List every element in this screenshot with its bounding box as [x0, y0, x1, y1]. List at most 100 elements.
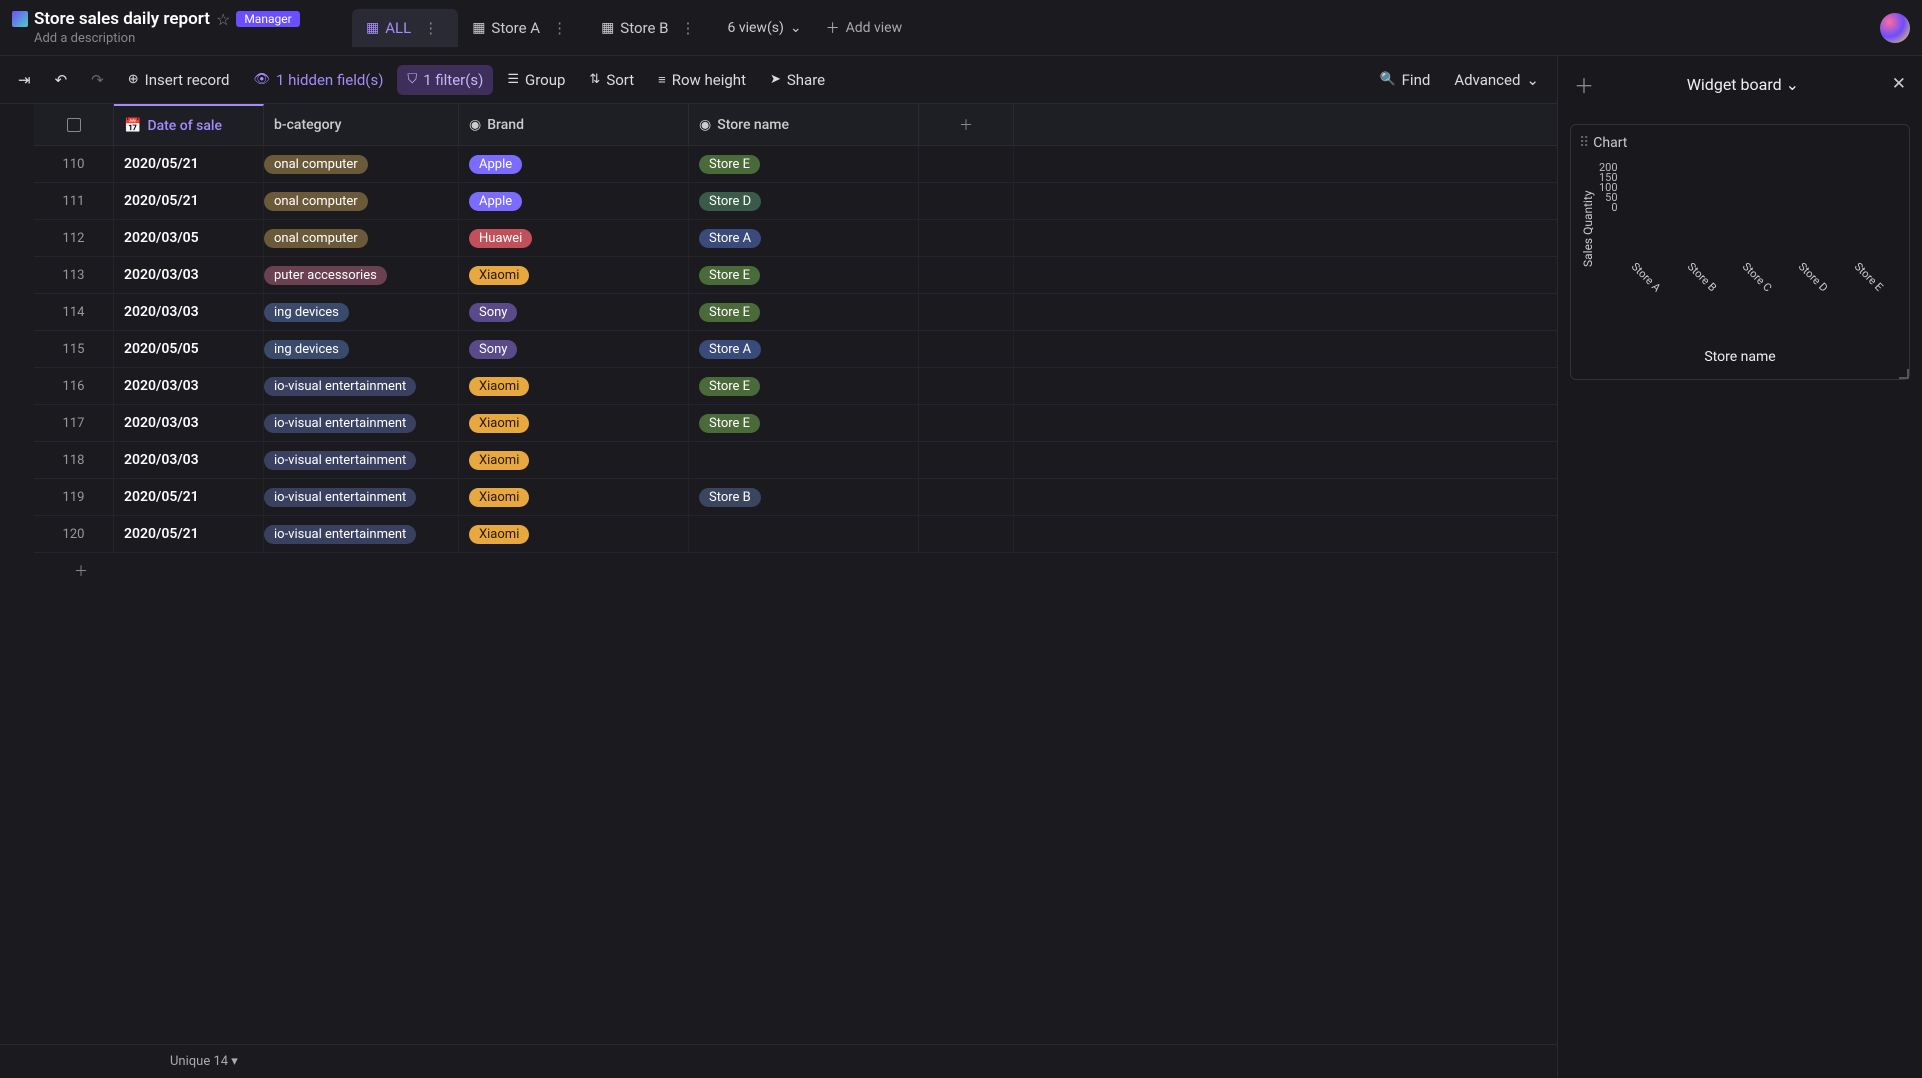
- views-dropdown[interactable]: 6 view(s) ⌄: [715, 12, 813, 44]
- sort-button[interactable]: ⇅ Sort: [579, 65, 644, 95]
- cell-brand[interactable]: Xiaomi: [459, 442, 689, 478]
- column-label: b-category: [274, 117, 341, 133]
- tab-store-b[interactable]: ▦ Store B ⋮: [587, 9, 715, 47]
- cell-store[interactable]: Store E: [689, 294, 919, 330]
- cell-empty: [919, 516, 1014, 552]
- cell-date[interactable]: 2020/03/03: [114, 368, 264, 404]
- cell-sub-category[interactable]: puter accessories: [264, 257, 459, 293]
- cell-date[interactable]: 2020/03/03: [114, 405, 264, 441]
- column-date-of-sale[interactable]: 📅 Date of sale: [114, 104, 264, 145]
- tab-all[interactable]: ▦ ALL ⋮: [352, 9, 458, 47]
- share-button[interactable]: ➤ Share: [760, 65, 835, 95]
- table-row[interactable]: 1202020/05/21io-visual entertainmentXiao…: [34, 516, 1557, 553]
- cell-date[interactable]: 2020/05/21: [114, 479, 264, 515]
- cell-store[interactable]: Store B: [689, 479, 919, 515]
- tab-menu-icon[interactable]: ⋮: [546, 19, 573, 37]
- chart-widget[interactable]: ⠿ Chart Sales Quantity 200150100500 Stor…: [1570, 124, 1910, 380]
- collapse-panel-button[interactable]: ⇥: [8, 65, 41, 95]
- brand-pill: Apple: [469, 155, 522, 174]
- column-brand[interactable]: ◉ Brand: [459, 104, 689, 145]
- redo-button[interactable]: ↷: [81, 65, 114, 95]
- brand-pill: Sony: [469, 303, 517, 322]
- store-pill: Store E: [699, 266, 760, 285]
- cell-sub-category[interactable]: ing devices: [264, 294, 459, 330]
- cell-date[interactable]: 2020/03/03: [114, 257, 264, 293]
- cell-date[interactable]: 2020/05/21: [114, 183, 264, 219]
- column-summary[interactable]: Unique 14 ▾: [170, 1054, 238, 1069]
- table-row[interactable]: 1132020/03/03puter accessoriesXiaomiStor…: [34, 257, 1557, 294]
- add-view-button[interactable]: ＋ Add view: [814, 10, 915, 46]
- cell-brand[interactable]: Sony: [459, 331, 689, 367]
- filter-button[interactable]: ⛉ 1 filter(s): [397, 65, 493, 95]
- tab-menu-icon[interactable]: ⋮: [417, 19, 444, 37]
- plus-circle-icon: ⊕: [128, 72, 139, 87]
- column-store-name[interactable]: ◉ Store name: [689, 104, 919, 145]
- table-row[interactable]: 1152020/05/05ing devicesSonyStore A: [34, 331, 1557, 368]
- add-row-button[interactable]: ＋: [34, 553, 1557, 589]
- table-row[interactable]: 1172020/03/03io-visual entertainmentXiao…: [34, 405, 1557, 442]
- cell-date[interactable]: 2020/03/05: [114, 220, 264, 256]
- drag-handle-icon[interactable]: ⠿: [1579, 135, 1587, 151]
- cell-brand[interactable]: Xiaomi: [459, 405, 689, 441]
- column-sub-category[interactable]: b-category: [264, 104, 459, 145]
- checkbox-icon[interactable]: [67, 118, 81, 132]
- cell-sub-category[interactable]: onal computer: [264, 146, 459, 182]
- cell-store[interactable]: Store E: [689, 368, 919, 404]
- cell-store[interactable]: [689, 516, 919, 552]
- row-number: 114: [34, 294, 114, 330]
- user-avatar[interactable]: [1880, 13, 1910, 43]
- cell-brand[interactable]: Xiaomi: [459, 257, 689, 293]
- add-widget-button[interactable]: ＋: [1574, 70, 1594, 99]
- tab-store-a[interactable]: ▦ Store A ⋮: [458, 9, 587, 47]
- table-row[interactable]: 1192020/05/21io-visual entertainmentXiao…: [34, 479, 1557, 516]
- cell-brand[interactable]: Xiaomi: [459, 479, 689, 515]
- cell-store[interactable]: Store A: [689, 220, 919, 256]
- cell-date[interactable]: 2020/05/21: [114, 146, 264, 182]
- select-all-header[interactable]: [34, 104, 114, 145]
- close-panel-button[interactable]: ✕: [1892, 74, 1906, 94]
- table-row[interactable]: 1122020/03/05onal computerHuaweiStore A: [34, 220, 1557, 257]
- cell-sub-category[interactable]: onal computer: [264, 183, 459, 219]
- add-column-button[interactable]: ＋: [919, 104, 1014, 145]
- cell-sub-category[interactable]: ing devices: [264, 331, 459, 367]
- undo-button[interactable]: ↶: [45, 65, 78, 95]
- table-row[interactable]: 1182020/03/03io-visual entertainmentXiao…: [34, 442, 1557, 479]
- cell-sub-category[interactable]: onal computer: [264, 220, 459, 256]
- cell-brand[interactable]: Huawei: [459, 220, 689, 256]
- cell-sub-category[interactable]: io-visual entertainment: [264, 405, 459, 441]
- find-button[interactable]: 🔍 Find: [1369, 65, 1440, 95]
- cell-sub-category[interactable]: io-visual entertainment: [264, 516, 459, 552]
- cell-sub-category[interactable]: io-visual entertainment: [264, 479, 459, 515]
- cell-brand[interactable]: Xiaomi: [459, 516, 689, 552]
- hidden-fields-button[interactable]: 👁 1 hidden field(s): [243, 65, 393, 95]
- tab-menu-icon[interactable]: ⋮: [674, 19, 701, 37]
- cell-date[interactable]: 2020/03/03: [114, 442, 264, 478]
- description-placeholder[interactable]: Add a description: [12, 31, 352, 46]
- star-icon[interactable]: ☆: [216, 10, 230, 29]
- cell-date[interactable]: 2020/03/03: [114, 294, 264, 330]
- cell-sub-category[interactable]: io-visual entertainment: [264, 442, 459, 478]
- cell-brand[interactable]: Sony: [459, 294, 689, 330]
- table-row[interactable]: 1162020/03/03io-visual entertainmentXiao…: [34, 368, 1557, 405]
- widget-board-dropdown[interactable]: Widget board ⌄: [1606, 75, 1880, 94]
- table-row[interactable]: 1102020/05/21onal computerAppleStore E: [34, 146, 1557, 183]
- advanced-button[interactable]: Advanced ⌄: [1444, 65, 1549, 95]
- cell-brand[interactable]: Apple: [459, 183, 689, 219]
- cell-date[interactable]: 2020/05/05: [114, 331, 264, 367]
- resize-handle-icon[interactable]: [1899, 369, 1909, 379]
- cell-store[interactable]: Store E: [689, 405, 919, 441]
- row-height-button[interactable]: ≡ Row height: [648, 65, 756, 95]
- cell-store[interactable]: Store D: [689, 183, 919, 219]
- cell-store[interactable]: Store A: [689, 331, 919, 367]
- group-button[interactable]: ☰ Group: [497, 65, 575, 95]
- cell-store[interactable]: [689, 442, 919, 478]
- cell-store[interactable]: Store E: [689, 257, 919, 293]
- cell-date[interactable]: 2020/05/21: [114, 516, 264, 552]
- insert-record-button[interactable]: ⊕ Insert record: [118, 65, 240, 95]
- cell-sub-category[interactable]: io-visual entertainment: [264, 368, 459, 404]
- table-row[interactable]: 1112020/05/21onal computerAppleStore D: [34, 183, 1557, 220]
- table-row[interactable]: 1142020/03/03ing devices Sony Store E: [34, 294, 1557, 331]
- cell-brand[interactable]: Apple: [459, 146, 689, 182]
- cell-brand[interactable]: Xiaomi: [459, 368, 689, 404]
- cell-store[interactable]: Store E: [689, 146, 919, 182]
